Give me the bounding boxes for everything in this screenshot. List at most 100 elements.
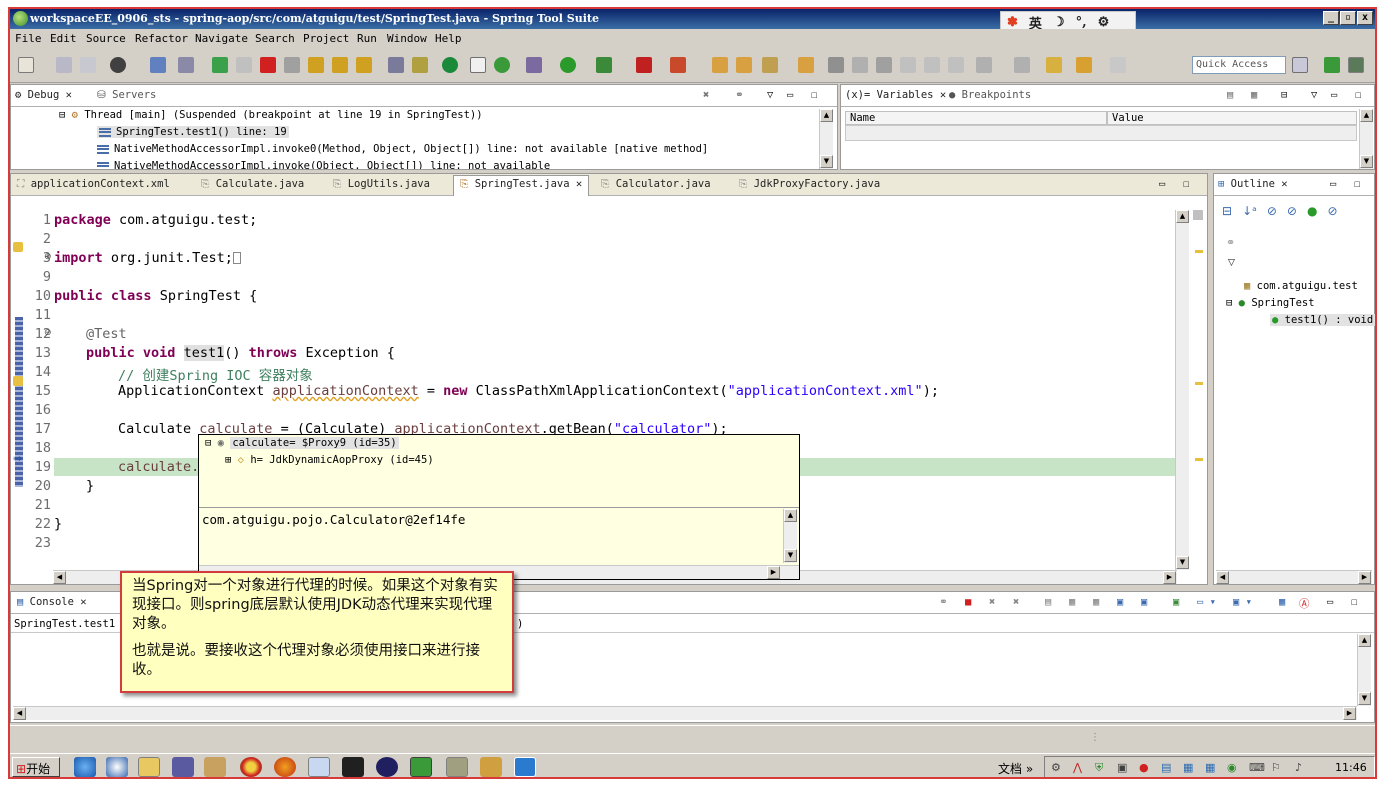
forward-icon[interactable] [1110,57,1126,73]
terminate-icon[interactable]: ■ [965,596,971,608]
minimize-view-icon[interactable]: ▭ [1327,596,1333,608]
warning-marker-icon[interactable] [13,242,23,252]
clear-console-icon[interactable]: ▤ [1045,596,1051,608]
tab-springtest-java[interactable]: ⎘ SpringTest.java ✕ [453,175,590,196]
outline-method[interactable]: ● test1() : void [1270,314,1375,326]
terminal-icon[interactable] [150,57,166,73]
close-button[interactable]: x [1357,11,1373,25]
tab-variables[interactable]: (x)= Variables ✕ [845,89,946,101]
ruler-warning-marker[interactable] [1195,382,1203,385]
spring-console-icon[interactable]: Ⓐ [1299,596,1310,611]
maximize-view-icon[interactable]: ☐ [1355,89,1361,101]
variables-hscrollbar[interactable] [845,125,1357,141]
show-stdout-icon[interactable]: ▣ [1117,596,1123,608]
column-name[interactable]: Name [845,111,1107,125]
block-selection-icon[interactable] [900,57,916,73]
popup-detail-pane[interactable]: com.atguigu.pojo.Calculator@2ef14fe ▲ ▼ [199,507,799,565]
remove-all-icon[interactable]: ✖ [1013,596,1019,608]
scroll-up-icon[interactable]: ▲ [784,509,797,522]
scroll-up-icon[interactable]: ▲ [1360,109,1373,122]
scroll-right-icon[interactable]: ▶ [767,566,780,579]
code-line[interactable]: calculate. [118,459,199,475]
next-annotation-icon[interactable] [976,57,992,73]
hide-nonpublic-icon[interactable]: ● [1307,204,1317,220]
start-button[interactable]: ⊞开始 [12,757,60,777]
use-step-filters-icon[interactable] [412,57,428,73]
scroll-down-icon[interactable]: ▼ [784,549,797,562]
tray-icon[interactable]: ▤ [1161,761,1171,774]
java-perspective-icon[interactable] [1324,57,1340,73]
open-task-icon[interactable] [798,57,814,73]
tray-icon[interactable]: ⚙ [1051,761,1061,774]
notepad-icon[interactable] [308,757,330,777]
tray-icon[interactable]: ⋀ [1073,761,1082,774]
menu-window[interactable]: Window [387,32,427,45]
java-console-icon[interactable]: ▦ [1279,596,1285,608]
debug-perspective-icon[interactable] [1348,57,1364,73]
tab-calculator-java[interactable]: ⎘ Calculator.java [601,178,711,191]
maximize-editor-icon[interactable]: ☐ [1183,178,1189,190]
tab-outline[interactable]: ⊞ Outline ✕ [1218,178,1288,190]
collapse-all-icon[interactable]: ⊟ [1281,89,1287,101]
minimize-editor-icon[interactable]: ▭ [1159,178,1165,190]
sort-icon[interactable]: ↓ᵃ [1242,204,1257,220]
popup-root-node[interactable]: ⊟ ◉ calculate= $Proxy9 (id=35) [205,437,399,449]
scroll-left-icon[interactable]: ◀ [53,571,66,584]
app-icon[interactable] [106,757,128,777]
firefox-icon[interactable] [274,757,296,777]
scroll-up-icon[interactable]: ▲ [1358,634,1371,647]
relaunch-icon[interactable] [670,57,686,73]
column-value[interactable]: Value [1107,111,1357,125]
mark-occurrences-icon[interactable] [876,57,892,73]
suspend-icon[interactable] [236,57,252,73]
stop-icon[interactable] [636,57,652,73]
pin-console-icon[interactable]: ▣ [1173,596,1179,608]
show-whitespace-icon[interactable] [948,57,964,73]
code-line[interactable]: package com.atguigu.test; [54,212,257,228]
scroll-right-icon[interactable]: ▶ [1343,707,1356,720]
menu-help[interactable]: Help [435,32,462,45]
code-line[interactable]: @Test [86,326,127,342]
word-wrap-icon[interactable] [924,57,940,73]
stack-frame[interactable]: NativeMethodAccessorImpl.invoke0(Method,… [97,143,708,155]
menu-run[interactable]: Run [357,32,377,45]
fold-collapse-icon[interactable]: ⊖ [44,328,52,338]
outline-package[interactable]: ▦ com.atguigu.test [1244,280,1358,292]
explorer-icon[interactable] [138,757,160,777]
view-menu-icon[interactable]: ▽ [1311,89,1317,101]
code-line[interactable]: public void test1() throws Exception { [86,345,395,361]
thread-row[interactable]: ⊟ ⚙ Thread [main] (Suspended (breakpoint… [59,109,483,121]
tray-icon[interactable]: ● [1139,761,1149,774]
tab-console[interactable]: ▤ Console ✕ [17,596,87,608]
code-line[interactable]: ApplicationContext applicationContext = … [118,383,939,399]
hide-static-icon[interactable]: ⊘ [1287,204,1297,220]
tray-icon[interactable]: ⛨ [1095,761,1103,775]
clock[interactable]: 11:46 [1335,761,1367,774]
ruler-warning-marker[interactable] [1195,458,1203,461]
maximize-view-icon[interactable]: ☐ [1354,178,1360,190]
scroll-down-icon[interactable]: ▼ [1176,556,1189,569]
eclipse-icon[interactable] [376,757,398,777]
word-wrap-icon[interactable]: ▦ [1093,596,1099,608]
minimize-view-icon[interactable]: ▭ [1330,178,1336,190]
last-edit-icon[interactable] [1046,57,1062,73]
menu-navigate[interactable]: Navigate [195,32,248,45]
tray-icon[interactable]: ⌨ [1249,761,1265,774]
tab-breakpoints[interactable]: ● Breakpoints [949,89,1031,101]
link-icon[interactable]: ⚭ [735,89,744,101]
menu-search[interactable]: Search [255,32,295,45]
step-over-icon[interactable] [332,57,348,73]
search-icon[interactable] [762,57,778,73]
pin-icon[interactable] [828,57,844,73]
console-toolbar-icons[interactable]: ⚭ [939,596,948,608]
run-external-icon[interactable] [596,57,612,73]
app-icon[interactable] [446,757,468,777]
debug-icon[interactable] [526,57,542,73]
stack-frame-selected[interactable]: SpringTest.test1() line: 19 [97,126,289,138]
scroll-down-icon[interactable]: ▼ [1358,692,1371,705]
spring-boot-icon[interactable] [442,57,458,73]
tab-logutils-java[interactable]: ⎘ LogUtils.java [333,178,430,191]
profile-icon[interactable] [110,57,126,73]
remove-launch-icon[interactable]: ✖ [989,596,995,608]
outline-expand-icon[interactable]: ▽ [1228,258,1235,268]
